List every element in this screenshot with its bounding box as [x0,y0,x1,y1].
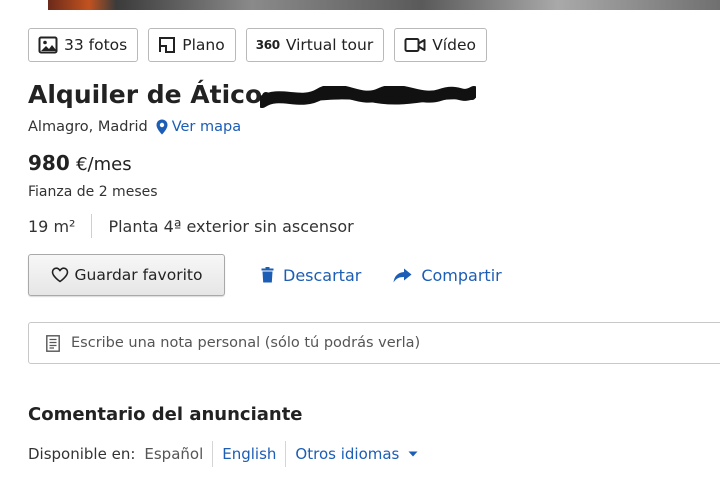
note-icon [46,334,60,352]
video-camera-icon [404,38,426,52]
photos-label: 33 fotos [64,36,128,54]
save-favorite-label: Guardar favorito [74,266,203,284]
photo-gallery-edge[interactable] [0,0,720,10]
other-languages-label: Otros idiomas [295,445,400,463]
video-label: Vídeo [432,36,476,54]
personal-note-field[interactable]: Escribe una nota personal (sólo tú podrá… [28,322,720,364]
view-map-link[interactable]: Ver mapa [156,119,241,135]
redaction-scribble [260,86,476,108]
plan-label: Plano [182,36,225,54]
main-photo[interactable] [48,0,720,10]
video-button[interactable]: Vídeo [394,28,487,62]
discard-button[interactable]: Descartar [261,266,361,285]
price: 980 €/mes [28,151,132,175]
map-pin-icon [156,119,168,135]
listing-actions: Guardar favorito Descartar Compartir [28,254,502,296]
price-amount: 980 [28,151,70,175]
language-english[interactable]: English [213,445,285,463]
plan-button[interactable]: Plano [148,28,236,62]
floor-plan-icon [159,37,176,53]
save-favorite-button[interactable]: Guardar favorito [28,254,225,296]
360-icon: 360 [255,38,280,52]
other-languages-dropdown[interactable]: Otros idiomas [286,445,427,463]
language-selector: Disponible en: Español English Otros idi… [28,441,427,467]
features-row: 19 m² Planta 4ª exterior sin ascensor [28,214,354,238]
personal-note-placeholder: Escribe una nota personal (sólo tú podrá… [71,335,421,351]
photos-button[interactable]: 33 fotos [28,28,139,62]
share-arrow-icon [393,268,412,282]
language-spanish: Español [144,445,204,463]
chevron-down-icon [408,451,418,457]
trash-icon [261,267,274,283]
deposit-info: Fianza de 2 meses [28,184,158,200]
discard-label: Descartar [283,265,362,285]
location-text: Almagro, Madrid [28,119,148,135]
virtual-tour-label: Virtual tour [285,36,374,54]
floor-feature: Planta 4ª exterior sin ascensor [108,216,354,236]
virtual-tour-button[interactable]: 360 Virtual tour [245,28,385,62]
share-button[interactable]: Compartir [393,265,502,285]
available-in-label: Disponible en: [28,445,136,463]
share-label: Compartir [421,265,502,285]
advertiser-comment-heading: Comentario del anunciante [28,404,303,425]
listing-title: Alquiler de Ático [28,80,263,109]
photo-icon [38,36,58,54]
media-toolbar: 33 fotos Plano 360 Virtual tour Vídeo [28,28,487,62]
price-unit: €/mes [76,154,132,175]
feature-divider [91,214,93,238]
view-map-label: Ver mapa [171,119,242,135]
heart-icon [51,267,68,283]
location-row: Almagro, Madrid Ver mapa [28,119,241,135]
area-feature: 19 m² [28,216,76,236]
